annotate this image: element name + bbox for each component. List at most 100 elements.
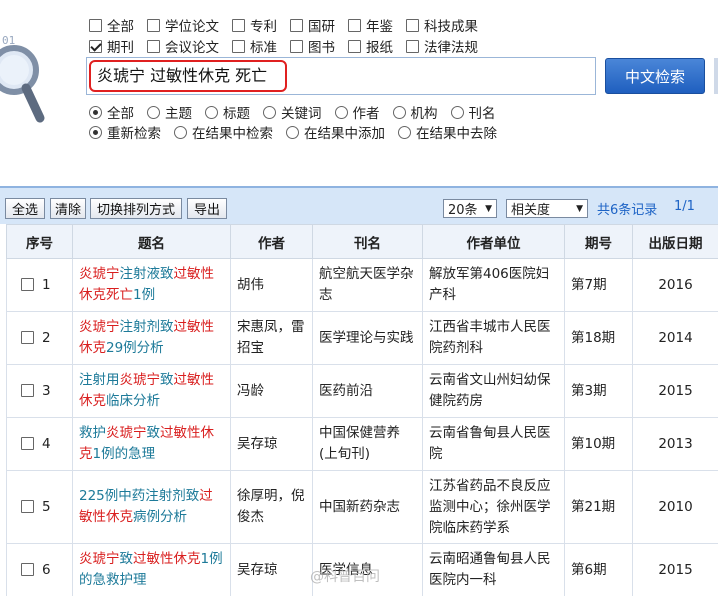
radio-button[interactable] xyxy=(334,105,348,119)
checkbox[interactable] xyxy=(290,39,303,53)
resource-type-label: 报纸 xyxy=(366,40,393,56)
radio-button[interactable] xyxy=(263,105,276,119)
author-cell[interactable]: 胡伟 xyxy=(230,258,313,312)
resource-type-option[interactable]: 专利 xyxy=(232,15,277,35)
radio-button[interactable] xyxy=(205,105,218,119)
clear-button[interactable]: 清除 xyxy=(50,198,86,219)
search-mode-option[interactable]: 重新检索 xyxy=(89,122,161,142)
search-button[interactable]: 中文检索 xyxy=(605,58,705,94)
radio-button[interactable] xyxy=(398,125,411,139)
search-mode-label: 在结果中添加 xyxy=(304,126,385,142)
radio-button[interactable] xyxy=(392,105,406,119)
author-cell[interactable]: 冯龄 xyxy=(230,364,313,418)
search-mode-option[interactable]: 在结果中去除 xyxy=(398,122,497,142)
row-checkbox[interactable] xyxy=(21,331,34,344)
resource-type-option[interactable]: 法律法规 xyxy=(406,36,478,56)
row-checkbox[interactable] xyxy=(21,384,34,397)
journal-cell[interactable]: 医学理论与实践 xyxy=(312,311,423,365)
title-highlight: 炎琥宁 xyxy=(79,319,120,335)
article-title-link[interactable]: 225例中药注射剂致过敏性休克病例分析 xyxy=(72,470,231,544)
journal-cell[interactable]: 医药前沿 xyxy=(312,364,423,418)
resource-type-label: 科技成果 xyxy=(424,19,478,35)
resource-type-option[interactable]: 科技成果 xyxy=(406,15,478,35)
search-field-label: 主题 xyxy=(165,106,192,122)
resource-type-option[interactable]: 全部 xyxy=(89,15,134,35)
article-title-link[interactable]: 注射用炎琥宁致过敏性休克临床分析 xyxy=(72,364,231,418)
resource-type-option[interactable]: 标准 xyxy=(232,36,277,56)
issue-cell: 第7期 xyxy=(564,258,633,312)
search-field-option[interactable]: 关键词 xyxy=(263,102,322,122)
search-field-label: 全部 xyxy=(107,106,134,122)
select-all-button[interactable]: 全选 xyxy=(5,198,45,219)
journal-cell[interactable]: 中国保健营养(上旬刊) xyxy=(312,417,423,471)
search-field-option[interactable]: 标题 xyxy=(205,102,250,122)
radio-button[interactable] xyxy=(174,125,187,139)
radio-button[interactable] xyxy=(450,105,464,119)
per-page-value: 20条 xyxy=(448,203,478,218)
switch-sort-button[interactable]: 切换排列方式 xyxy=(90,198,182,219)
search-input[interactable]: 炎琥宁 过敏性休克 死亡 xyxy=(89,60,287,92)
article-title-link[interactable]: 炎琥宁注射液致过敏性休克死亡1例 xyxy=(72,258,231,312)
resource-type-option[interactable]: 年鉴 xyxy=(348,15,393,35)
per-page-select[interactable]: 20条 ▼ xyxy=(443,199,497,218)
radio-button[interactable] xyxy=(89,125,102,139)
row-checkbox[interactable] xyxy=(21,437,34,450)
author-cell[interactable]: 吴存琼 xyxy=(230,543,313,596)
sort-select[interactable]: 相关度 ▼ xyxy=(506,199,588,218)
search-panel: 01 10 全部学位论文专利国研年鉴科技成果 期刊会议论文标准图书报纸法律法规 … xyxy=(0,0,718,176)
article-title-link[interactable]: 炎琥宁注射剂致过敏性休克29例分析 xyxy=(72,311,231,365)
chevron-down-icon: ▼ xyxy=(576,204,583,214)
search-field-option[interactable]: 作者 xyxy=(334,102,380,122)
row-number-cell: 1 xyxy=(6,258,73,312)
checkbox[interactable] xyxy=(290,18,303,32)
checkbox[interactable] xyxy=(232,39,245,53)
row-number: 1 xyxy=(42,276,51,293)
search-field-option[interactable]: 全部 xyxy=(89,102,134,122)
article-title-link[interactable]: 救护炎琥宁致过敏性休克1例的急理 xyxy=(72,417,231,471)
search-mode-option[interactable]: 在结果中添加 xyxy=(286,122,385,142)
radio-button[interactable] xyxy=(89,105,102,119)
checkbox[interactable] xyxy=(89,18,102,32)
radio-button[interactable] xyxy=(147,105,160,119)
row-checkbox[interactable] xyxy=(21,500,34,513)
title-text: 注射剂致 xyxy=(119,319,174,335)
checkbox[interactable] xyxy=(147,39,160,53)
resource-type-option[interactable]: 国研 xyxy=(290,15,335,35)
article-title-link[interactable]: 炎琥宁致过敏性休克1例的急救护理 xyxy=(72,543,231,596)
checkbox[interactable] xyxy=(406,39,419,53)
resource-type-option[interactable]: 期刊 xyxy=(89,36,134,56)
row-checkbox[interactable] xyxy=(21,278,34,291)
resource-type-option[interactable]: 图书 xyxy=(290,36,335,56)
row-number-cell: 6 xyxy=(6,543,73,596)
checkbox[interactable] xyxy=(348,18,361,32)
search-field-label: 作者 xyxy=(352,106,380,122)
resource-type-option[interactable]: 会议论文 xyxy=(147,36,219,56)
search-field-option[interactable]: 主题 xyxy=(147,102,192,122)
organization-cell: 云南省鲁甸县人民医院 xyxy=(422,417,565,471)
issue-cell: 第3期 xyxy=(564,364,633,418)
magnifier-logo-icon: 01 10 xyxy=(0,14,48,140)
checkbox[interactable] xyxy=(232,18,245,32)
author-cell[interactable]: 徐厚明，倪俊杰 xyxy=(230,470,313,544)
search-mode-option[interactable]: 在结果中检索 xyxy=(174,122,273,142)
title-text: 救护 xyxy=(79,425,106,441)
checkbox[interactable] xyxy=(89,39,102,53)
export-button[interactable]: 导出 xyxy=(187,198,227,219)
journal-cell[interactable]: 中国新药杂志 xyxy=(312,470,423,544)
search-box[interactable]: 炎琥宁 过敏性休克 死亡 xyxy=(86,57,596,95)
checkbox[interactable] xyxy=(147,18,160,32)
title-text: 1例的急理 xyxy=(92,446,156,462)
author-cell[interactable]: 吴存琼 xyxy=(230,417,313,471)
date-cell: 2010 xyxy=(632,470,718,544)
author-cell[interactable]: 宋惠凤，雷招宝 xyxy=(230,311,313,365)
checkbox[interactable] xyxy=(348,39,361,53)
row-checkbox[interactable] xyxy=(21,563,34,576)
checkbox[interactable] xyxy=(406,18,419,32)
search-field-option[interactable]: 刊名 xyxy=(450,102,496,122)
resource-type-option[interactable]: 报纸 xyxy=(348,36,393,56)
resource-types-row-2: 期刊 会议论文 标准 图书 报纸 法律法规 xyxy=(89,36,491,56)
journal-cell[interactable]: 航空航天医学杂志 xyxy=(312,258,423,312)
search-field-option[interactable]: 机构 xyxy=(392,102,438,122)
resource-type-option[interactable]: 学位论文 xyxy=(147,15,219,35)
radio-button[interactable] xyxy=(286,125,299,139)
